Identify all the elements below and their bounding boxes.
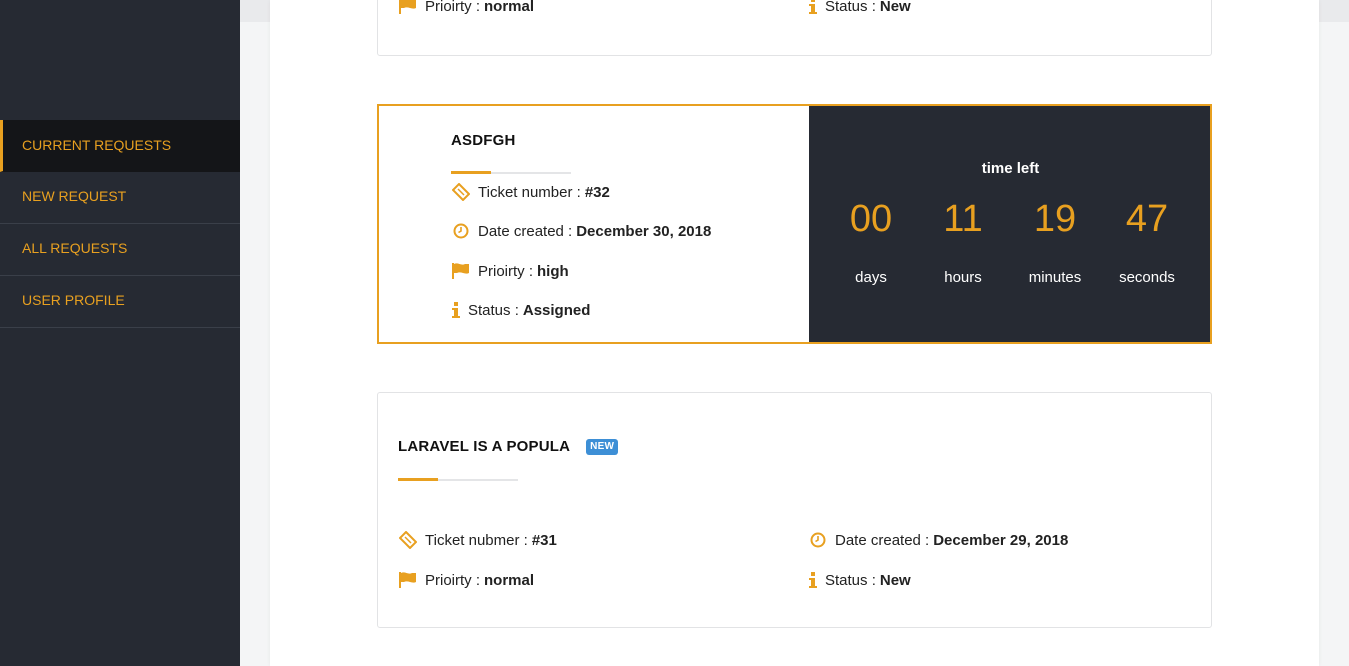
priority-label: Prioirty :: [425, 571, 481, 589]
priority-value: high: [537, 262, 569, 280]
status-value: Assigned: [522, 301, 591, 319]
request-card-active[interactable]: ASDFGH Ticket number : #32 Date created :…: [377, 104, 1212, 344]
minutes-label: minutes: [1028, 269, 1082, 286]
status-label: Status :: [825, 571, 876, 589]
status-label: Status :: [468, 301, 519, 319]
timer-minutes: 19 minutes: [1009, 194, 1101, 286]
request-card[interactable]: LARAVEL IS A POPULA NEW Ticket nubmer : #…: [377, 392, 1212, 628]
info-icon: [808, 0, 818, 15]
clock-icon: [451, 222, 471, 240]
new-badge: NEW: [586, 438, 619, 455]
ticket-row: Ticket nubmer : #31: [398, 531, 557, 549]
ticket-label: Ticket nubmer :: [425, 531, 528, 549]
date-label: Date created :: [478, 222, 573, 240]
status-label: Status :: [825, 0, 876, 15]
timer-days: 00 days: [825, 194, 917, 286]
date-value: December 30, 2018: [576, 222, 712, 240]
request-title-row: LARAVEL IS A POPULA NEW: [398, 438, 619, 455]
date-row: Date created : December 29, 2018: [808, 531, 1068, 549]
priority-row: Prioirty : high: [451, 262, 569, 280]
flag-icon: [451, 262, 471, 280]
hours-label: hours: [944, 269, 982, 286]
title-underline: [398, 478, 518, 481]
priority-row: Prioirty : normal: [398, 0, 534, 15]
requests-panel: Prioirty : normal Status : New ASDFGH Tick…: [270, 0, 1319, 666]
priority-label: Prioirty :: [478, 262, 534, 280]
seconds-value: 47: [1125, 198, 1169, 240]
info-icon: [451, 301, 461, 319]
request-card[interactable]: Prioirty : normal Status : New: [377, 0, 1212, 56]
date-label: Date created :: [835, 531, 930, 549]
status-value: New: [879, 0, 911, 15]
minutes-value: 19: [1033, 198, 1077, 240]
status-value: New: [879, 571, 911, 589]
hours-value: 11: [943, 198, 983, 240]
timer-seconds: 47 seconds: [1101, 194, 1193, 286]
clock-icon: [808, 531, 828, 549]
priority-value: normal: [484, 0, 535, 15]
sidebar-nav: CURRENT REQUESTS NEW REQUEST ALL REQUEST…: [0, 120, 240, 328]
status-row: Status : New: [808, 0, 911, 15]
seconds-label: seconds: [1119, 269, 1175, 286]
flag-icon: [398, 0, 418, 15]
sidebar-item-new-request[interactable]: NEW REQUEST: [0, 172, 240, 224]
timer-label: time left: [981, 160, 1040, 177]
sidebar-item-current-requests[interactable]: CURRENT REQUESTS: [0, 120, 240, 172]
sidebar: CURRENT REQUESTS NEW REQUEST ALL REQUEST…: [0, 0, 240, 666]
ticket-value: #31: [531, 531, 557, 549]
priority-value: normal: [484, 571, 535, 589]
countdown-timer: time left 00 days 11 hours 19 minutes 47…: [809, 106, 1210, 342]
date-row: Date created : December 30, 2018: [451, 222, 711, 240]
sidebar-item-user-profile[interactable]: USER PROFILE: [0, 276, 240, 328]
ticket-icon: [451, 183, 471, 201]
status-row: Status : New: [808, 571, 911, 589]
flag-icon: [398, 571, 418, 589]
days-value: 00: [849, 198, 893, 240]
title-underline: [451, 171, 571, 174]
ticket-row: Ticket number : #32: [451, 183, 610, 201]
request-title: ASDFGH: [451, 132, 516, 149]
days-label: days: [855, 269, 887, 286]
timer-hours: 11 hours: [917, 194, 1009, 286]
date-value: December 29, 2018: [933, 531, 1069, 549]
ticket-value: #32: [584, 183, 610, 201]
ticket-label: Ticket number :: [478, 183, 581, 201]
priority-label: Prioirty :: [425, 0, 481, 15]
sidebar-item-all-requests[interactable]: ALL REQUESTS: [0, 224, 240, 276]
priority-row: Prioirty : normal: [398, 571, 534, 589]
info-icon: [808, 571, 818, 589]
ticket-icon: [398, 531, 418, 549]
status-row: Status : Assigned: [451, 301, 590, 319]
request-title: LARAVEL IS A POPULA: [398, 438, 571, 455]
